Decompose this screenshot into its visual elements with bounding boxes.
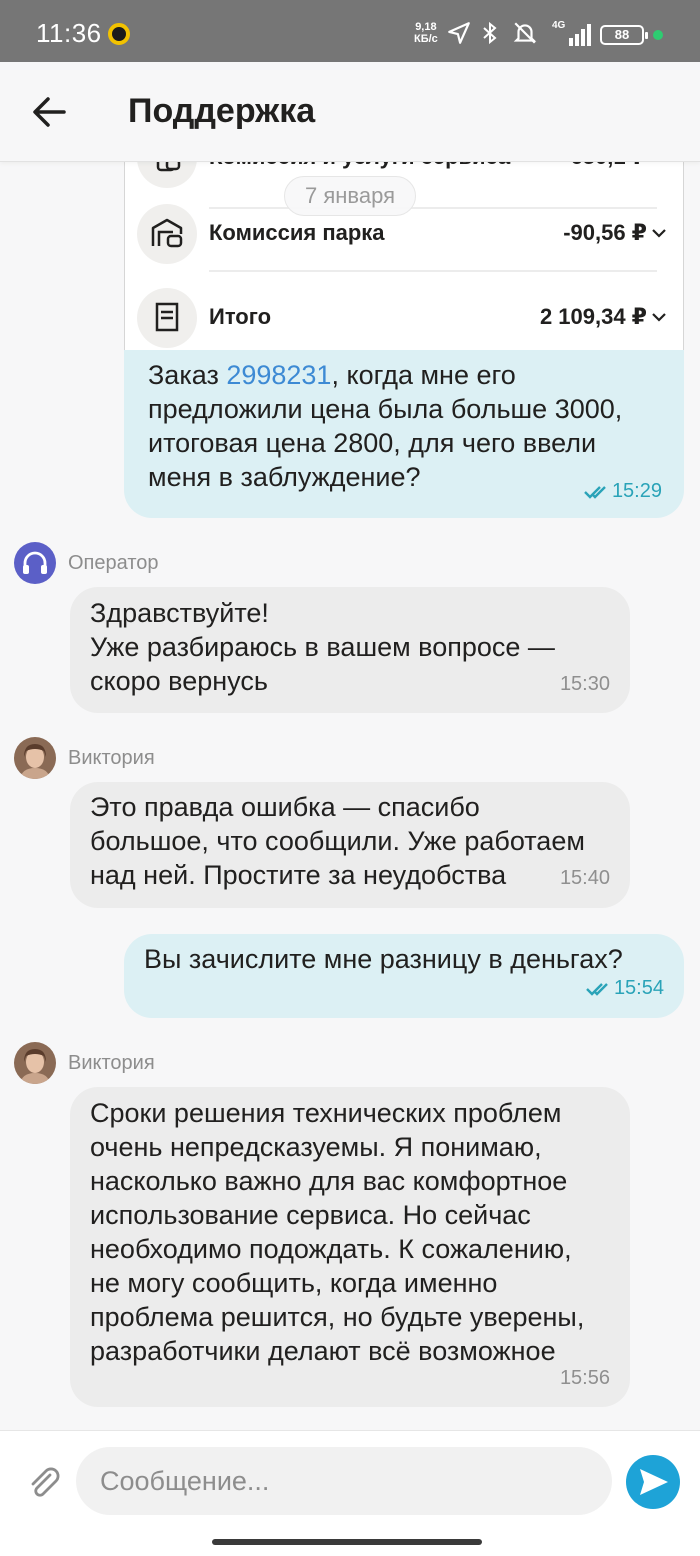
chevron-down-icon[interactable] (651, 162, 667, 164)
status-time: 11:36 (36, 18, 102, 48)
double-check-icon (586, 982, 608, 996)
notification-app-icon (108, 23, 130, 45)
message-text: Сроки решения технических проблем очень … (90, 1098, 585, 1366)
message-time-text: 15:29 (611, 480, 662, 502)
message-time: 15:29 (584, 480, 662, 503)
message-text: Заказ 2998231, когда мне его предложили … (148, 358, 622, 494)
phone-receipt-icon (137, 162, 197, 188)
order-row-amount: 2 109,34 ₽ (539, 304, 647, 329)
send-icon (640, 1469, 668, 1495)
receipt-icon (137, 288, 197, 348)
avatar-photo (14, 737, 56, 779)
chevron-down-icon[interactable] (651, 310, 667, 324)
agent-avatar (14, 737, 56, 779)
back-arrow-icon[interactable] (30, 94, 70, 130)
order-row-amount: -90,56 ₽ (563, 220, 647, 245)
bluetooth-icon (483, 21, 497, 45)
net-speed: 9,18 КБ/с (414, 21, 438, 45)
divider (209, 270, 657, 272)
net-speed-value: 9,18 (415, 21, 437, 33)
send-button[interactable] (626, 1455, 680, 1509)
headphones-icon (23, 551, 47, 574)
privacy-indicator (653, 30, 663, 40)
order-row-label: Итого (209, 304, 272, 329)
operator-avatar (14, 542, 56, 584)
page-title: Поддержка (128, 92, 316, 130)
message-time: 15:56 (559, 1367, 610, 1389)
garage-icon (137, 204, 197, 264)
message-text: Вы зачислите мне разницу в деньгах? (144, 944, 623, 974)
avatar-photo (14, 1042, 56, 1084)
date-separator: 7 января (284, 176, 416, 216)
sender-name: Виктория (68, 1052, 155, 1074)
status-bar: 11:36 9,18 КБ/с 4G 88 (0, 0, 700, 62)
message-text: Здравствуйте! Уже разбираюсь в вашем воп… (90, 598, 555, 696)
network-type: 4G (552, 20, 566, 31)
order-row-amount: -630,1 ₽ (563, 162, 647, 170)
battery-indicator: 88 (600, 25, 648, 45)
order-link[interactable]: 2998231 (226, 360, 331, 390)
message-composer: Сообщение... (0, 1430, 700, 1556)
message-time: 15:40 (559, 867, 610, 889)
message-text: Это правда ошибка — спасибо большое, что… (90, 792, 585, 890)
message-input[interactable]: Сообщение... (76, 1447, 612, 1515)
paperclip-icon[interactable] (26, 1465, 62, 1501)
home-indicator[interactable] (212, 1539, 482, 1545)
net-speed-unit: КБ/с (414, 33, 438, 45)
chevron-down-icon[interactable] (651, 226, 667, 240)
mute-icon (513, 22, 537, 44)
order-row-total: Итого 2 109,34 ₽ (137, 284, 667, 350)
double-check-icon (584, 485, 606, 499)
app-header: Поддержка (0, 62, 700, 162)
message-text-part: Заказ (148, 360, 227, 390)
agent-avatar (14, 1042, 56, 1084)
order-row-label: Комиссия и услуги сервиса (209, 162, 510, 170)
signal-icon (569, 24, 591, 46)
sender-name: Виктория (68, 747, 155, 769)
location-icon (448, 22, 470, 44)
order-row-label: Комиссия парка (209, 220, 385, 245)
message-time: 15:54 (586, 977, 664, 1000)
chat-area[interactable]: Комиссия и услуги сервиса -630,1 ₽ Комис… (0, 162, 700, 1430)
message-time-text: 15:54 (613, 977, 664, 999)
sender-name: Оператор (68, 552, 159, 574)
message-time: 15:30 (559, 673, 610, 695)
